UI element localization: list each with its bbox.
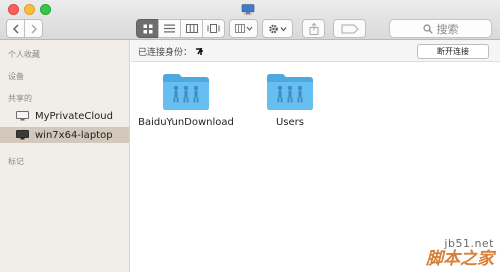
tag-icon bbox=[341, 24, 359, 33]
file-browser-area: BaiduYunDownload Users jb51.net 脚本之家 bbox=[131, 62, 500, 272]
connected-as-text: 已连接身份： bbox=[138, 48, 193, 58]
folder-name: BaiduYunDownload bbox=[138, 117, 234, 128]
gear-icon bbox=[268, 24, 286, 33]
list-view-button[interactable] bbox=[158, 19, 181, 38]
list-icon bbox=[164, 24, 175, 33]
action-menu-button[interactable] bbox=[262, 19, 293, 38]
columns-icon bbox=[185, 24, 198, 33]
sidebar-item-label: MyPrivateCloud bbox=[35, 110, 113, 122]
close-window-button[interactable] bbox=[8, 4, 19, 15]
folder-item[interactable]: BaiduYunDownload bbox=[136, 71, 236, 128]
cover-flow-icon bbox=[207, 24, 220, 33]
share-button[interactable] bbox=[302, 19, 325, 38]
disconnect-button[interactable]: 断开连接 bbox=[417, 44, 489, 59]
sidebar-item-label: win7x64-laptop bbox=[35, 129, 113, 141]
connected-as-label: 已连接身份： bbox=[138, 45, 205, 58]
grid-icon bbox=[143, 24, 152, 33]
folder-name: Users bbox=[275, 117, 304, 128]
search-placeholder: 搜索 bbox=[436, 22, 459, 36]
magnifier-icon bbox=[422, 23, 433, 34]
redacted-username-mark bbox=[195, 48, 203, 55]
watermark: jb51.net 脚本之家 bbox=[426, 237, 494, 268]
folder-item[interactable]: Users bbox=[240, 71, 340, 128]
toolbar: 搜索 bbox=[0, 0, 500, 40]
chevron-right-icon bbox=[30, 23, 37, 34]
monitor-icon bbox=[16, 111, 29, 121]
sidebar-section-shared: 共享的 bbox=[8, 94, 32, 103]
monitor-icon bbox=[16, 130, 29, 140]
minimize-window-button[interactable] bbox=[24, 4, 35, 15]
forward-button[interactable] bbox=[24, 19, 43, 38]
share-icon bbox=[309, 22, 318, 35]
network-computer-icon bbox=[241, 4, 255, 15]
column-view-button[interactable] bbox=[180, 19, 203, 38]
shared-folder-icon bbox=[267, 74, 313, 110]
sidebar-item-myprivatecloud[interactable]: MyPrivateCloud bbox=[0, 108, 129, 124]
sidebar-section-favorites: 个人收藏 bbox=[8, 50, 40, 59]
arrange-button[interactable] bbox=[229, 19, 258, 38]
finder-window: 搜索 个人收藏 设备 共享的 MyPrivateCloud win7x64-la… bbox=[0, 0, 500, 272]
sidebar: 个人收藏 设备 共享的 MyPrivateCloud win7x64-lapto… bbox=[0, 40, 130, 272]
sidebar-item-win7x64-laptop[interactable]: win7x64-laptop bbox=[0, 127, 129, 143]
back-button[interactable] bbox=[6, 19, 25, 38]
sidebar-section-devices: 设备 bbox=[8, 72, 24, 81]
cover-flow-button[interactable] bbox=[202, 19, 225, 38]
shared-folder-icon bbox=[163, 74, 209, 110]
icon-view-button[interactable] bbox=[136, 19, 159, 38]
search-field[interactable]: 搜索 bbox=[389, 19, 492, 38]
tags-button[interactable] bbox=[333, 19, 366, 38]
connection-bar: 已连接身份： 断开连接 bbox=[131, 40, 500, 62]
zoom-window-button[interactable] bbox=[40, 4, 51, 15]
sidebar-section-tags: 标记 bbox=[8, 157, 24, 166]
watermark-name: 脚本之家 bbox=[426, 249, 494, 269]
chevron-left-icon bbox=[12, 23, 19, 34]
arrange-icon bbox=[234, 24, 252, 33]
